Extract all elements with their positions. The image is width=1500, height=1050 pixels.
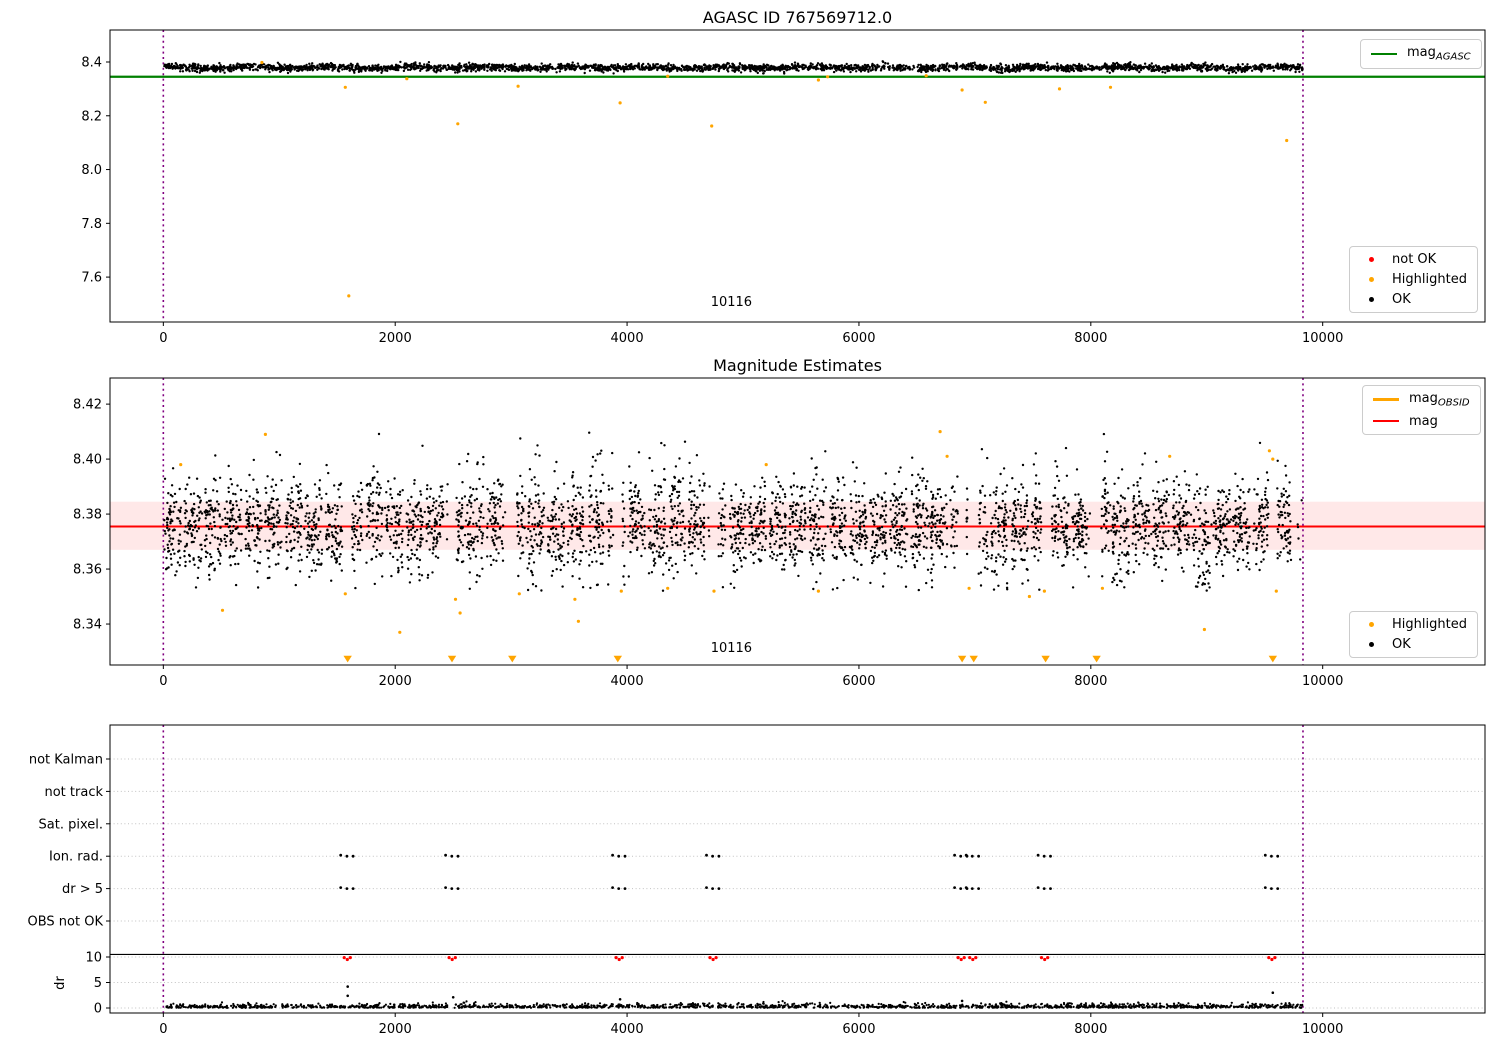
legend-mag-agasc: magAGASC bbox=[1360, 39, 1482, 69]
legend-item: Highlighted bbox=[1360, 272, 1467, 287]
svg-text:0: 0 bbox=[159, 331, 167, 346]
legend-item: magOBSID bbox=[1373, 391, 1470, 409]
svg-text:8.0: 8.0 bbox=[81, 163, 102, 178]
plot2-obsid-label: 10116 bbox=[710, 641, 753, 656]
legend-plot1-markers: not OK Highlighted OK bbox=[1349, 246, 1478, 313]
legend-item: OK bbox=[1360, 292, 1467, 307]
svg-text:6000: 6000 bbox=[842, 331, 875, 346]
legend-label: magAGASC bbox=[1407, 45, 1471, 63]
legend-item: OK bbox=[1360, 637, 1467, 652]
plot3-dr-mid-points bbox=[346, 985, 1275, 1003]
legend-label: Highlighted bbox=[1392, 272, 1467, 287]
svg-text:2000: 2000 bbox=[379, 331, 412, 346]
plot1-scatter-highlighted bbox=[260, 60, 1289, 298]
legend-marker-swatch bbox=[1360, 642, 1382, 647]
legend-line-swatch bbox=[1371, 52, 1397, 55]
legend-item: Highlighted bbox=[1360, 617, 1467, 632]
plot1-mags: 0 2000 4000 6000 8000 10000 7.6 7.8 8.0 8.2 8.4 bbox=[81, 29, 1486, 346]
plot2-clip-triangles bbox=[343, 655, 1278, 663]
svg-text:7.8: 7.8 bbox=[81, 217, 102, 232]
legend-label: OK bbox=[1392, 637, 1411, 652]
svg-text:8000: 8000 bbox=[1074, 331, 1107, 346]
plot3-flag-dots bbox=[339, 853, 1280, 890]
plot2-magnitude-estimates: 0 2000 4000 6000 8000 100008.348.368.388.408.… bbox=[73, 377, 1486, 689]
svg-text:7.6: 7.6 bbox=[81, 271, 102, 286]
legend-item: mag bbox=[1373, 414, 1470, 429]
legend-marker-swatch bbox=[1360, 622, 1382, 627]
svg-text:4000: 4000 bbox=[611, 331, 644, 346]
figure: 0 2000 4000 6000 8000 10000 7.6 7.8 8.0 8.2 8.4 0 20… bbox=[0, 0, 1500, 1050]
legend-plot2-markers: Highlighted OK bbox=[1349, 611, 1478, 658]
legend-plot2-lines: magOBSID mag bbox=[1362, 385, 1481, 435]
legend-label: not OK bbox=[1392, 252, 1437, 267]
svg-text:8.2: 8.2 bbox=[81, 109, 102, 124]
chart-canvas: 0 2000 4000 6000 8000 10000 7.6 7.8 8.0 8.2 8.4 0 20… bbox=[28, 29, 1486, 1037]
legend-label: mag bbox=[1409, 413, 1438, 429]
legend-item: not OK bbox=[1360, 252, 1467, 267]
plot1-obsid-label: 10116 bbox=[710, 295, 753, 310]
plot3-flags: not Kalmannot trackSat. pixel.Ion. rad.d… bbox=[28, 724, 1486, 1037]
legend-marker-swatch bbox=[1360, 257, 1382, 262]
plot2-title: Magnitude Estimates bbox=[713, 356, 882, 375]
legend-line-swatch bbox=[1373, 420, 1399, 423]
plot1-title: AGASC ID 767569712.0 bbox=[702, 8, 893, 27]
legend-label: Highlighted bbox=[1392, 617, 1467, 632]
legend-marker-swatch bbox=[1360, 277, 1382, 282]
legend-marker-swatch bbox=[1360, 297, 1382, 302]
legend-label: OK bbox=[1392, 292, 1411, 307]
legend-line-swatch bbox=[1373, 398, 1399, 402]
plot1-scatter-ok bbox=[163, 60, 1304, 75]
legend-label: magOBSID bbox=[1409, 391, 1470, 409]
svg-text:8.4: 8.4 bbox=[81, 55, 102, 70]
legend-item: magAGASC bbox=[1371, 45, 1471, 63]
svg-text:10000: 10000 bbox=[1302, 331, 1343, 346]
